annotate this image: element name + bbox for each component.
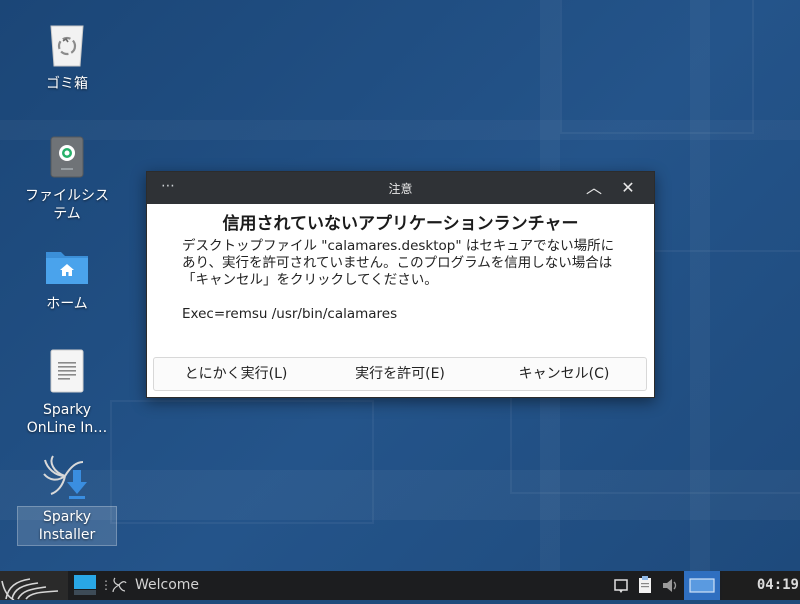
desktop-icon-trash[interactable]: ゴミ箱 <box>17 22 117 94</box>
trash-icon <box>43 22 91 70</box>
desktop-icon-label: Sparky OnLine In… <box>26 402 108 436</box>
installer-icon <box>43 454 91 502</box>
dialog-heading: 信用されていないアプリケーションランチャー <box>222 214 579 234</box>
filesystem-icon <box>43 134 91 182</box>
dialog-message: デスクトップファイル "calamares.desktop" はセキュアでない場… <box>182 238 615 288</box>
desktop-icon <box>74 575 96 595</box>
minimize-button[interactable]: ︿ <box>584 178 604 198</box>
close-button[interactable]: ✕ <box>618 178 638 198</box>
dialog-button-row: とにかく実行(L) 実行を許可(E) キャンセル(C) <box>153 357 647 391</box>
desktop-icon-filesystem[interactable]: ファイルシステム <box>17 134 117 224</box>
dialog-title: 注意 <box>388 182 413 196</box>
document-icon <box>43 348 91 396</box>
cancel-button[interactable]: キャンセル(C) <box>482 358 646 390</box>
run-anyway-button[interactable]: とにかく実行(L) <box>154 358 318 390</box>
exec-line: Exec=remsu /usr/bin/calamares <box>182 306 398 322</box>
taskbar-task-welcome[interactable]: Welcome <box>108 571 199 600</box>
wallpaper-shape <box>560 0 754 134</box>
dialog-titlebar[interactable]: ⋯ 注意 ︿ ✕ <box>147 172 654 204</box>
welcome-app-icon <box>112 577 127 593</box>
home-folder-icon <box>43 242 91 290</box>
desktop-icon-home[interactable]: ホーム <box>17 242 117 314</box>
untrusted-launcher-dialog: ⋯ 注意 ︿ ✕ 信用されていないアプリケーションランチャー デスクトップファイ… <box>146 171 655 398</box>
allow-run-button[interactable]: 実行を許可(E) <box>318 358 482 390</box>
dialog-body: デスクトップファイル "calamares.desktop" はセキュアでない場… <box>182 238 622 323</box>
desktop-icon-label: ファイルシステム <box>25 188 109 222</box>
wallpaper-shape <box>110 400 374 524</box>
app-menu-button[interactable] <box>0 571 68 601</box>
workspace-switcher[interactable] <box>684 571 720 600</box>
taskbar: ⋮ Welcome 04:19 <box>0 571 800 601</box>
notifications-icon[interactable] <box>612 571 630 600</box>
sparky-logo-icon <box>1 578 59 601</box>
show-desktop-button[interactable] <box>72 571 98 600</box>
desktop-icon-label: ゴミ箱 <box>46 76 88 92</box>
desktop-icon-sparky-online[interactable]: Sparky OnLine In… <box>17 348 117 438</box>
volume-icon[interactable] <box>660 571 680 600</box>
task-label: Welcome <box>135 577 200 593</box>
desktop-icon-sparky-installer[interactable]: Sparky Installer <box>17 454 117 546</box>
workspace-icon <box>689 578 715 593</box>
clock[interactable]: 04:19 <box>722 571 800 600</box>
clipboard-icon[interactable] <box>636 571 654 600</box>
desktop-icon-label: Sparky Installer <box>17 506 117 546</box>
desktop-icon-label: ホーム <box>46 296 88 312</box>
